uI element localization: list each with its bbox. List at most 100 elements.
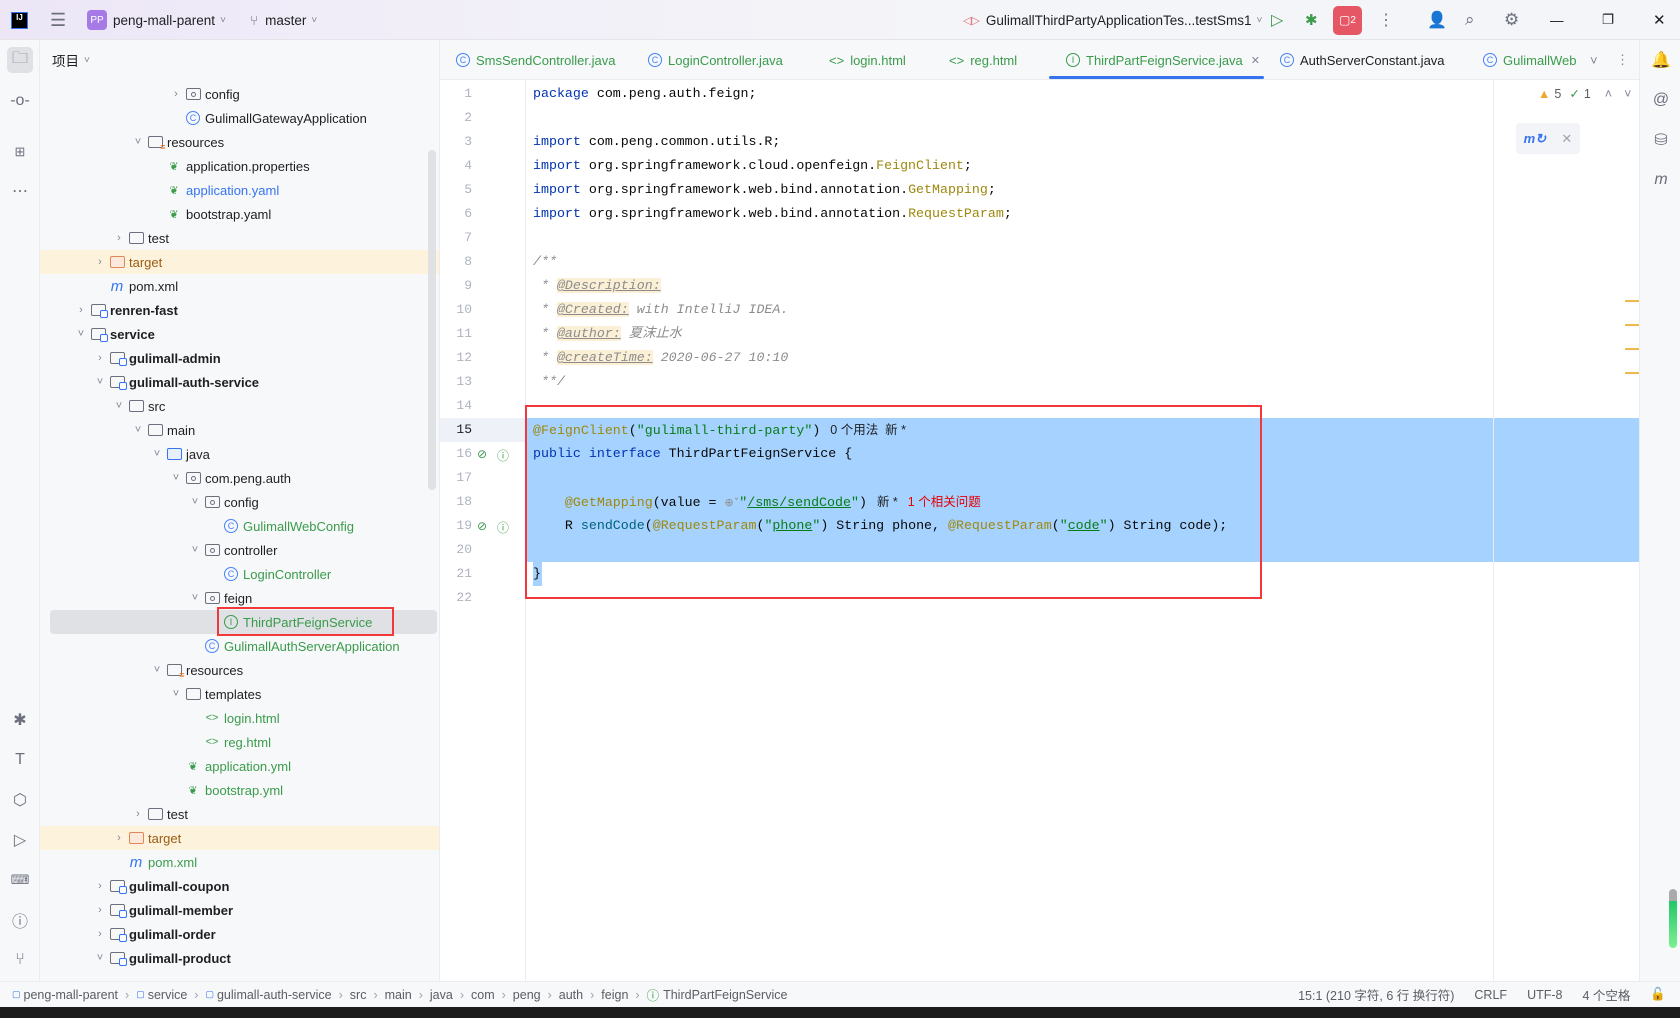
code-line[interactable]: package com.peng.auth.feign;: [533, 82, 756, 106]
restore-button[interactable]: ❐: [1602, 0, 1614, 40]
ai-assistant-icon[interactable]: @: [1648, 87, 1674, 113]
main-menu-icon[interactable]: ☰: [50, 0, 66, 40]
tree-item[interactable]: ˅ gulimall-product: [40, 946, 439, 970]
maven-icon[interactable]: m: [1648, 167, 1674, 193]
terminal-icon[interactable]: ⌨: [7, 867, 33, 893]
tree-item[interactable]: › gulimall-coupon: [40, 874, 439, 898]
previous-highlight-icon[interactable]: ˄: [1605, 87, 1612, 101]
tree-item[interactable]: C LoginController: [40, 562, 439, 586]
chevron-down-icon[interactable]: ˅: [129, 136, 147, 148]
tree-item[interactable]: ❦ application.yml: [40, 754, 439, 778]
tree-item[interactable]: ˅ config: [40, 490, 439, 514]
caret-position[interactable]: 15:1 (210 字符, 6 行 换行符): [1298, 985, 1454, 1004]
tree-item[interactable]: › gulimall-admin: [40, 346, 439, 370]
tree-item[interactable]: › test: [40, 226, 439, 250]
feign-client-gutter-icon[interactable]: ⊘: [477, 447, 487, 461]
search-icon[interactable]: ⌕: [1465, 0, 1475, 40]
line-separator[interactable]: CRLF: [1474, 988, 1507, 1002]
tree-item[interactable]: C GulimallWebConfig: [40, 514, 439, 538]
tree-item[interactable]: ˅ main: [40, 418, 439, 442]
chevron-down-icon[interactable]: ˅: [148, 664, 166, 676]
run-button[interactable]: ▷: [1271, 0, 1283, 40]
breadcrumb-item[interactable]: src: [350, 988, 367, 1002]
intellij-logo[interactable]: IJ: [11, 0, 28, 40]
code-line[interactable]: **/: [533, 370, 565, 394]
tree-item[interactable]: ❦ bootstrap.yaml: [40, 202, 439, 226]
code-line[interactable]: * @createTime: 2020-06-27 10:10: [533, 346, 788, 370]
add-user-icon[interactable]: 👤: [1427, 0, 1447, 40]
chevron-right-icon[interactable]: ›: [110, 832, 128, 844]
project-tree-scrollbar[interactable]: [428, 150, 436, 490]
run-config-selector[interactable]: ◁▷ GulimallThirdPartyApplicationTes...te…: [963, 0, 1262, 40]
debug-button[interactable]: ✱: [1305, 0, 1318, 40]
chevron-down-icon[interactable]: ˅: [91, 376, 109, 388]
next-highlight-icon[interactable]: ˅: [1624, 87, 1631, 101]
problems-icon[interactable]: ⓘ: [7, 907, 33, 933]
minimize-button[interactable]: —: [1550, 0, 1564, 40]
tree-item[interactable]: ˅ com.peng.auth: [40, 466, 439, 490]
chevron-right-icon[interactable]: ›: [91, 352, 109, 364]
breadcrumb-item[interactable]: gulimall-auth-service: [217, 988, 332, 1002]
chevron-down-icon[interactable]: ˅: [186, 544, 204, 556]
tree-item[interactable]: › renren-fast: [40, 298, 439, 322]
tree-item[interactable]: ˅ controller: [40, 538, 439, 562]
commit-icon[interactable]: -o-: [7, 88, 33, 114]
breadcrumb-item[interactable]: main: [385, 988, 412, 1002]
tab-smssendcontroller-java[interactable]: C SmsSendController.java: [456, 40, 615, 80]
tab-login-html[interactable]: <> login.html: [829, 40, 906, 80]
file-encoding[interactable]: UTF-8: [1527, 988, 1562, 1002]
code-line[interactable]: import com.peng.common.utils.R;: [533, 130, 780, 154]
tree-item[interactable]: C GulimallAuthServerApplication: [40, 634, 439, 658]
chevron-right-icon[interactable]: ›: [129, 808, 147, 820]
git-icon[interactable]: ⑂: [7, 947, 33, 973]
code-line[interactable]: * @Description:: [533, 274, 661, 298]
breadcrumb-item[interactable]: peng: [513, 988, 541, 1002]
build-hammer-icon[interactable]: T: [7, 747, 33, 773]
chevron-down-icon[interactable]: ˅: [186, 496, 204, 508]
breadcrumb-item[interactable]: feign: [601, 988, 628, 1002]
code-line[interactable]: import org.springframework.web.bind.anno…: [533, 202, 1012, 226]
tab-reg-html[interactable]: <> reg.html: [949, 40, 1017, 80]
implemented-interface-gutter-icon[interactable]: ⓘ: [497, 447, 509, 464]
tab-authserverconstant-java[interactable]: C AuthServerConstant.java: [1280, 40, 1445, 80]
stop-button[interactable]: ▢ 2: [1333, 0, 1362, 40]
close-window-button[interactable]: ✕: [1653, 0, 1666, 40]
tab-more-icon[interactable]: ⋮: [1616, 40, 1629, 80]
breadcrumb-item[interactable]: java: [430, 988, 453, 1002]
tree-item[interactable]: <> login.html: [40, 706, 439, 730]
run-tool-icon[interactable]: ▷: [7, 827, 33, 853]
tree-item[interactable]: › config: [40, 82, 439, 106]
tree-item[interactable]: m pom.xml: [40, 274, 439, 298]
breadcrumb-item[interactable]: ThirdPartFeignService: [663, 988, 787, 1002]
tree-item[interactable]: ˅ service: [40, 322, 439, 346]
chevron-right-icon[interactable]: ›: [72, 304, 90, 316]
code-line[interactable]: import org.springframework.cloud.openfei…: [533, 154, 972, 178]
maven-reload-icon[interactable]: m↻: [1524, 131, 1546, 147]
tree-item[interactable]: m pom.xml: [40, 850, 439, 874]
inspection-widget[interactable]: ▲ 5 ✓ 1 ˄ ˅: [1538, 86, 1631, 102]
chevron-right-icon[interactable]: ›: [167, 88, 185, 100]
chevron-down-icon[interactable]: ˅: [110, 400, 128, 412]
notifications-bell-icon[interactable]: 🔔: [1648, 47, 1674, 73]
memory-indicator[interactable]: [1669, 889, 1677, 948]
breadcrumb-item[interactable]: peng-mall-parent: [24, 988, 119, 1002]
code-line[interactable]: /**: [533, 250, 557, 274]
tree-item[interactable]: › target: [40, 826, 439, 850]
settings-gear-icon[interactable]: ⚙: [1504, 0, 1519, 40]
chevron-down-icon[interactable]: ˅: [148, 448, 166, 460]
chevron-down-icon[interactable]: ˅: [91, 952, 109, 964]
tree-item[interactable]: › target: [40, 250, 439, 274]
tab-gulimallweb[interactable]: C GulimallWeb: [1483, 40, 1576, 80]
database-icon[interactable]: ⛁: [1648, 127, 1674, 153]
chevron-down-icon[interactable]: ˅: [186, 592, 204, 604]
tree-item[interactable]: ❦ application.properties: [40, 154, 439, 178]
warning-stripe-mark[interactable]: [1625, 372, 1639, 374]
debug-tool-icon[interactable]: ✱: [7, 707, 33, 733]
chevron-right-icon[interactable]: ›: [91, 928, 109, 940]
services-icon[interactable]: ⬡: [7, 787, 33, 813]
close-tab-icon[interactable]: ✕: [1251, 54, 1260, 67]
more-tools-icon[interactable]: ⋯: [7, 178, 33, 204]
code-line[interactable]: import org.springframework.web.bind.anno…: [533, 178, 996, 202]
tree-item[interactable]: C GulimallGatewayApplication: [40, 106, 439, 130]
warning-stripe-mark[interactable]: [1625, 300, 1639, 302]
